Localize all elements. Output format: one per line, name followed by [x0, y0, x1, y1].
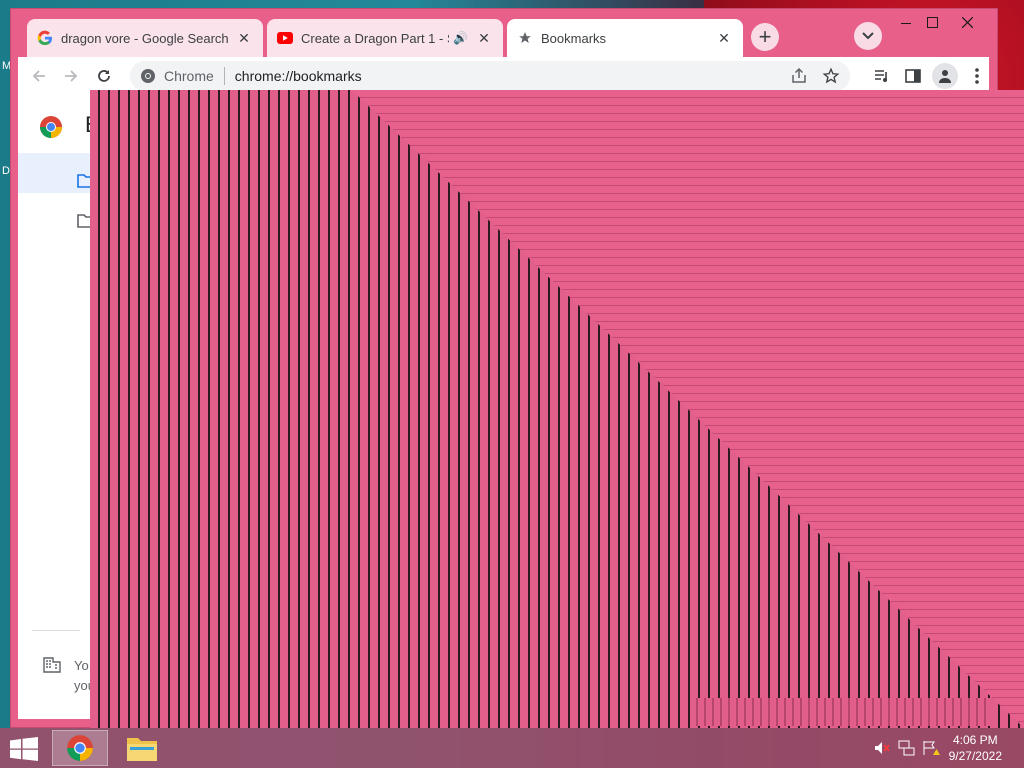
network-icon[interactable] — [898, 740, 916, 759]
reload-icon — [98, 70, 110, 82]
desktop-icon-label[interactable]: M — [2, 60, 11, 72]
tab-strip: dragon vore - Google Search ✕ Create a D… — [11, 9, 997, 57]
arrow-right-icon — [65, 70, 78, 82]
forward-button[interactable] — [58, 63, 84, 89]
address-bar[interactable]: Chrome chrome://bookmarks — [130, 61, 850, 91]
clock-time: 4:06 PM — [952, 733, 998, 747]
star-icon — [517, 30, 533, 46]
tab-search-button[interactable] — [854, 22, 882, 50]
share-icon[interactable] — [790, 67, 808, 85]
action-center-warning-icon[interactable] — [922, 740, 940, 759]
side-panel-icon — [905, 69, 921, 83]
tab-bookmarks[interactable]: Bookmarks ✕ — [507, 19, 743, 57]
tab-google-search[interactable]: dragon vore - Google Search ✕ — [27, 19, 263, 57]
tab-title: Create a Dragon Part 1 - Scu — [301, 30, 449, 46]
bookmark-star-icon[interactable] — [822, 67, 840, 85]
address-divider — [223, 67, 225, 85]
avatar-icon — [939, 70, 951, 83]
reload-button[interactable] — [91, 63, 117, 89]
taskbar-chrome-button[interactable] — [52, 730, 108, 766]
arrow-left-icon — [32, 70, 45, 82]
volume-muted-icon[interactable] — [874, 740, 890, 759]
chevron-down-icon — [862, 32, 874, 40]
windows-logo-icon — [10, 737, 38, 761]
menu-button[interactable] — [964, 63, 990, 89]
maximize-icon — [926, 16, 938, 28]
speaker-icon[interactable]: 🔊 — [453, 31, 469, 45]
tab-youtube[interactable]: Create a Dragon Part 1 - Scu 🔊 ✕ — [267, 19, 503, 57]
media-control-button[interactable] — [869, 63, 895, 89]
folder-icon — [127, 738, 157, 761]
new-tab-button[interactable]: + — [751, 23, 779, 51]
close-window-button[interactable] — [952, 11, 982, 33]
system-clock[interactable]: 4:06 PM 9/27/2022 — [949, 732, 1002, 764]
tab-close-icon[interactable]: ✕ — [715, 29, 733, 47]
divider — [32, 630, 80, 631]
url-text[interactable]: chrome://bookmarks — [235, 68, 362, 84]
youtube-icon — [277, 30, 293, 46]
minimize-icon — [901, 23, 911, 24]
tab-close-icon[interactable]: ✕ — [235, 29, 253, 47]
taskbar-file-explorer-button[interactable] — [126, 734, 158, 765]
profile-button[interactable] — [932, 63, 958, 89]
side-panel-button[interactable] — [900, 63, 926, 89]
start-button[interactable] — [10, 737, 38, 764]
back-button[interactable] — [26, 63, 52, 89]
google-g-icon — [37, 30, 53, 46]
chrome-icon — [141, 69, 155, 83]
taskbar: 4:06 PM 9/27/2022 — [0, 728, 1024, 768]
maximize-button[interactable] — [917, 11, 947, 33]
site-label: Chrome — [164, 68, 214, 84]
close-icon — [961, 16, 973, 28]
tab-close-icon[interactable]: ✕ — [475, 29, 493, 47]
clock-date: 9/27/2022 — [948, 749, 1002, 763]
desktop-icon-label[interactable]: D — [2, 165, 10, 177]
rendering-glitch-overlay — [90, 90, 1024, 728]
chrome-icon — [67, 735, 93, 761]
building-icon — [43, 657, 61, 676]
chrome-logo-icon — [39, 115, 63, 142]
media-queue-icon — [875, 70, 887, 82]
site-info-chip[interactable]: Chrome — [140, 68, 214, 84]
tab-title: Bookmarks — [541, 30, 607, 46]
kebab-menu-icon — [975, 68, 979, 84]
tab-title: dragon vore - Google Search — [61, 30, 229, 46]
glitch-strip — [690, 698, 990, 726]
